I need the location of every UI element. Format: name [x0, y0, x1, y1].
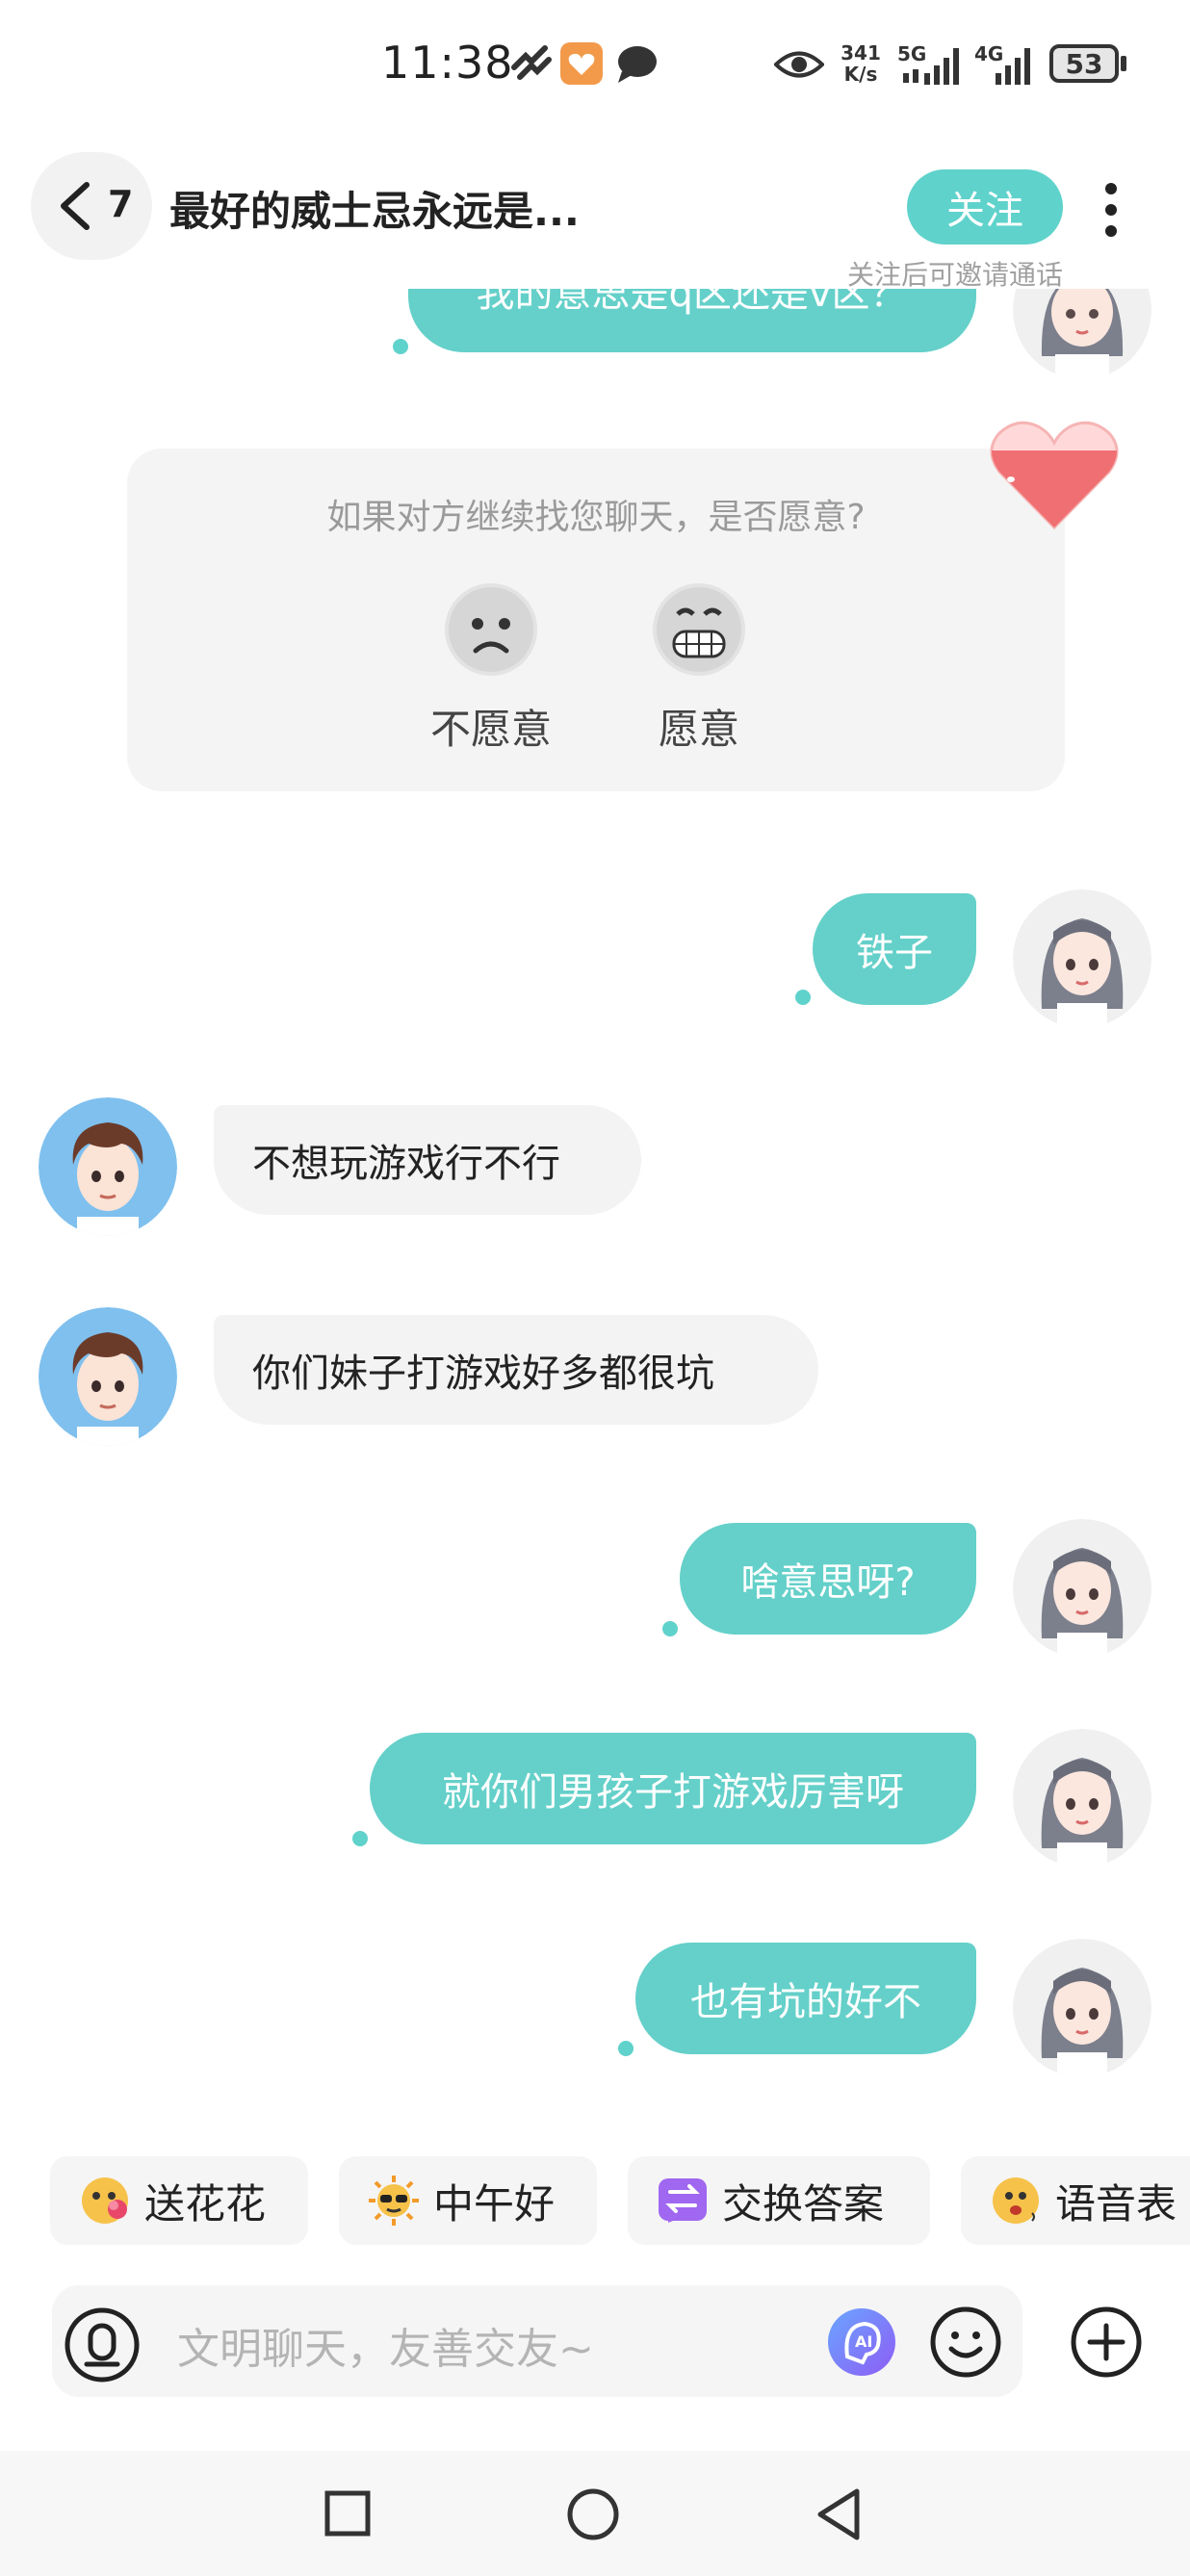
ai-assist-icon[interactable]: AI	[826, 2306, 897, 2378]
message-notification-icon	[618, 46, 657, 83]
read-dot	[795, 990, 811, 1005]
back-nav-icon[interactable]	[815, 2487, 863, 2541]
network-speed-unit: K/s	[843, 63, 878, 86]
message-bubble-sent[interactable]: 我的意思是q区还是v区？	[408, 289, 976, 352]
recent-apps-icon[interactable]	[323, 2489, 372, 2537]
survey-option-willing[interactable]: 愿意	[603, 697, 795, 756]
more-options-icon[interactable]	[1103, 181, 1119, 239]
quick-reply-label: 语音表	[1055, 2179, 1177, 2228]
message-input-placeholder[interactable]: 文明聊天，友善交友~	[177, 2314, 594, 2376]
message-bubble-sent[interactable]: 铁子	[813, 893, 976, 1005]
follow-hint: 关注后可邀请通话	[847, 259, 1064, 291]
heart-icon	[990, 421, 1119, 530]
battery-level: 53	[1065, 47, 1103, 80]
quick-reply-label: 交换答案	[722, 2179, 885, 2228]
home-icon[interactable]	[566, 2487, 620, 2541]
eye-icon	[774, 51, 824, 78]
chat-title: 最好的威士忌永远是...	[169, 188, 580, 235]
sunglasses-emoji-icon	[369, 2176, 419, 2226]
unread-count: 7	[108, 183, 134, 225]
status-time: 11:38	[381, 37, 514, 89]
network-speed: 341 K/s	[838, 42, 884, 85]
network-speed-value: 341	[841, 41, 881, 64]
quick-reply-label: 送花花	[144, 2179, 267, 2228]
quick-reply-bar[interactable]: 送花花 中午好 交换答案 语音表	[0, 2147, 1190, 2254]
message-bubble-sent[interactable]: 就你们男孩子打游戏厉害呀	[370, 1733, 976, 1844]
read-dot	[662, 1621, 678, 1636]
battery-tip	[1121, 56, 1126, 71]
back-arrow-icon	[61, 182, 90, 230]
svg-text:AI: AI	[855, 2332, 872, 2351]
app-notification-icon	[511, 45, 552, 80]
exchange-icon	[659, 2178, 707, 2223]
message-bubble-received[interactable]: 你们妹子打游戏好多都很坑	[214, 1315, 818, 1425]
quick-reply-label: 中午好	[433, 2179, 556, 2228]
sad-face-icon[interactable]	[443, 581, 539, 678]
my-avatar[interactable]	[1013, 289, 1151, 379]
emoji-icon[interactable]	[928, 2305, 1003, 2380]
survey-option-unwilling[interactable]: 不愿意	[395, 697, 587, 756]
grin-face-icon[interactable]	[651, 581, 747, 678]
flower-emoji-icon	[82, 2177, 128, 2224]
add-more-icon[interactable]	[1069, 2305, 1144, 2380]
contact-avatar[interactable]	[39, 1097, 177, 1236]
survey-question: 如果对方继续找您聊天，是否愿意?	[326, 498, 866, 537]
message-bubble-sent[interactable]: 啥意思呀?	[680, 1523, 976, 1635]
my-avatar[interactable]	[1013, 889, 1151, 1028]
voice-emoji-icon	[993, 2177, 1039, 2224]
quick-reply-exchange[interactable]: 交换答案	[628, 2156, 930, 2245]
message-bubble-received[interactable]: 不想玩游戏行不行	[214, 1105, 641, 1215]
read-dot	[618, 2041, 634, 2056]
battery-icon: 53	[1049, 44, 1119, 83]
follow-button[interactable]: 关注	[907, 169, 1063, 245]
my-avatar[interactable]	[1013, 1519, 1151, 1658]
health-app-icon	[560, 42, 603, 85]
message-bubble-sent[interactable]: 也有坑的好不	[635, 1943, 976, 2054]
my-avatar[interactable]	[1013, 1729, 1151, 1868]
read-dot	[393, 339, 408, 354]
voice-input-icon[interactable]	[64, 2306, 141, 2383]
quick-reply-noon[interactable]: 中午好	[339, 2156, 597, 2245]
signal-5g-icon	[903, 48, 959, 85]
signal-4g-icon	[996, 48, 1030, 85]
quick-reply-voice[interactable]: 语音表	[961, 2156, 1190, 2245]
contact-avatar[interactable]	[39, 1307, 177, 1446]
read-dot	[352, 1831, 368, 1846]
my-avatar[interactable]	[1013, 1939, 1151, 2077]
quick-reply-flowers[interactable]: 送花花	[50, 2156, 308, 2245]
